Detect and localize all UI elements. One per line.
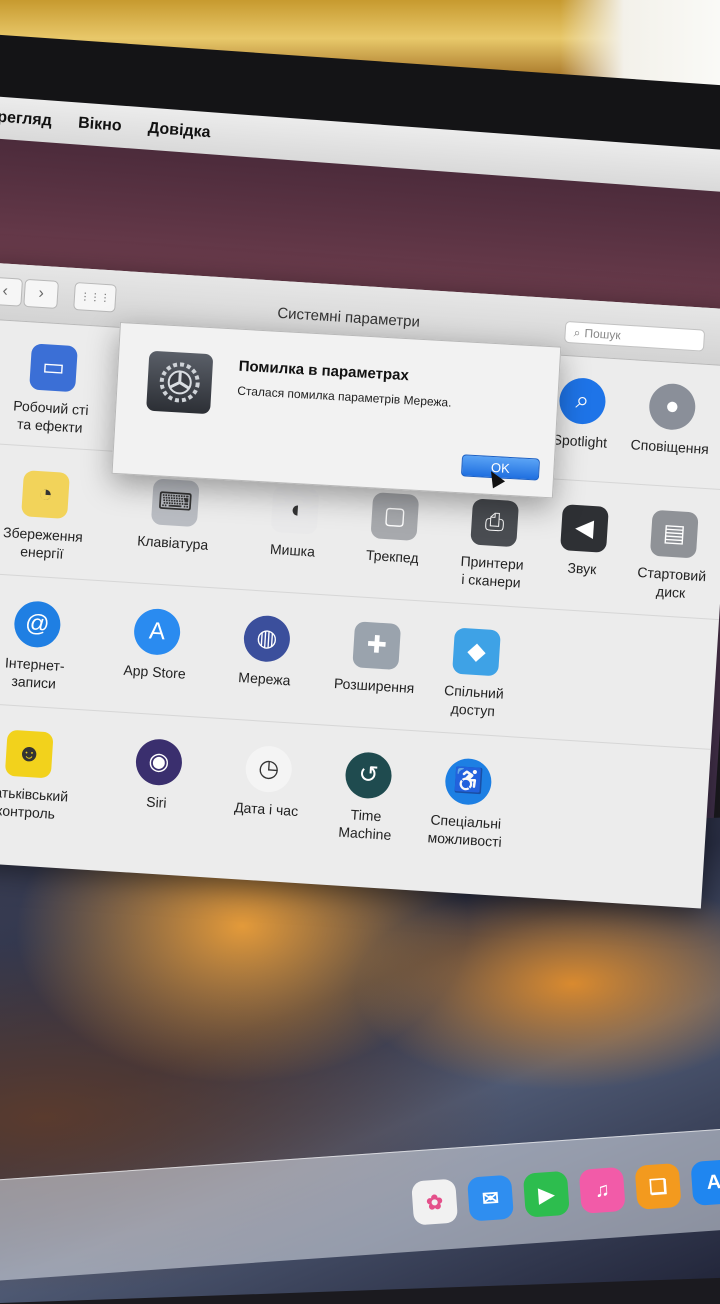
pref-pane-label: Siri [145,793,168,811]
pref-pane-at[interactable]: @ Інтернет- записи [0,598,99,695]
pref-pane-bulb[interactable]: ◔ Збереження енергії [0,468,107,565]
pref-pane-label: Клавіатура [136,532,209,553]
pref-pane-label: Сповіщення [630,436,710,458]
clock-icon: ◷ [244,744,294,794]
appstore-icon: A [132,607,182,657]
speaker-icon: ◀ [560,504,609,553]
pref-pane-siri[interactable]: ◉ Siri [96,736,220,815]
puzzle-icon: ✚ [352,621,402,671]
forward-button[interactable]: › [23,278,59,309]
spotlight-icon: ⌕ [558,376,607,426]
photos-icon[interactable]: ✿ [411,1178,459,1226]
pref-pane-notifications[interactable]: ● Сповіщення [609,380,720,459]
itunes-icon[interactable]: ♫ [578,1166,626,1214]
search-input[interactable]: ⌕ Пошук [564,320,706,352]
facetime-icon[interactable]: ▶ [522,1170,570,1218]
pref-pane-label: Спільний доступ [443,682,505,720]
back-button[interactable]: ‹ [0,276,24,307]
network-globe-icon: ◍ [242,614,292,664]
pref-pane-accessibility[interactable]: ♿ Спеціальні можливості [404,755,529,852]
disk-icon: ▤ [649,509,699,559]
keyboard-icon: ⌨ [150,478,200,528]
pref-pane-label: Спеціальні можливості [427,811,503,850]
show-all-button[interactable]: ⋮⋮⋮ [73,282,117,313]
pref-pane-label: Інтернет- записи [4,654,66,692]
notifications-icon: ● [647,382,697,432]
trackpad-icon: ▢ [370,492,420,541]
pref-pane-label: Збереження енергії [2,524,84,562]
pref-pane-appstore[interactable]: A App Store [94,605,218,684]
parental-control-icon: ☻ [4,729,54,779]
menu-view[interactable]: ерегляд [0,108,52,131]
messages-icon[interactable]: ✉ [467,1174,514,1222]
pref-pane-network-globe[interactable]: ◍ Мережа [204,612,328,691]
pref-pane-desktop[interactable]: ▭ Робочий сті та ефекти [0,341,115,438]
accessibility-icon: ♿ [443,757,493,807]
window-title: Системні параметри [276,304,421,331]
at-icon: @ [12,599,62,649]
pref-pane-label: Стартовий диск [636,563,707,601]
menu-window[interactable]: Вікно [78,115,123,136]
desktop-icon: ▭ [29,343,78,393]
mouse-icon: ◖ [270,485,320,535]
pref-pane-disk[interactable]: ▤ Стартовий диск [610,507,720,604]
pref-pane-keyboard[interactable]: ⌨ Клавіатура [112,476,236,555]
bulb-icon: ◔ [21,470,70,519]
sharing-folder-icon: ◆ [452,627,501,677]
pref-pane-parental-control[interactable]: ☻ Батьківський контроль [0,727,91,824]
system-preferences-gear-icon [146,350,214,415]
search-icon: ⌕ [573,324,581,340]
pref-pane-label: Мережа [237,669,291,689]
alert-message: Сталася помилка параметрів Мережа. [236,383,452,410]
pref-pane-label: App Store [123,661,187,682]
alert-title: Помилка в параметрах [238,357,410,385]
pref-pane-sharing-folder[interactable]: ◆ Спільний доступ [412,625,537,722]
time-machine-icon: ↺ [344,751,393,800]
pref-pane-label: Батьківський контроль [0,783,69,822]
pref-pane-label: Робочий сті та ефекти [12,397,90,436]
menu-help[interactable]: Довідка [147,120,211,143]
appstore-dock-icon[interactable]: A [690,1159,720,1206]
ibooks-icon[interactable]: ❏ [634,1162,682,1210]
siri-icon: ◉ [134,737,184,787]
printer-icon: ⎙ [470,498,520,548]
search-placeholder: Пошук [584,326,622,343]
